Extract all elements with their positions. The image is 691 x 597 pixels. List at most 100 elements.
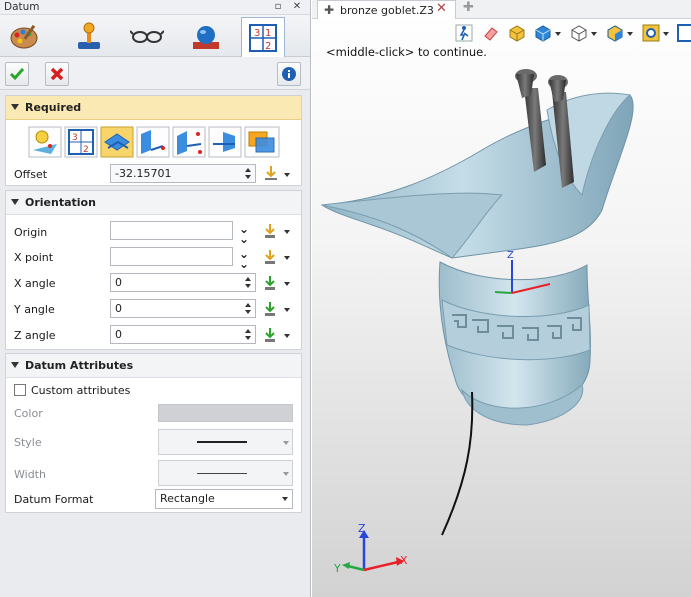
pick-arrow-green-icon[interactable] bbox=[262, 327, 278, 343]
plane-tangent-icon[interactable] bbox=[244, 126, 280, 158]
pick-arrow-icon[interactable] bbox=[263, 165, 279, 181]
attributes-section: Datum Attributes Custom attributes Color… bbox=[5, 353, 302, 513]
goblet-cup bbox=[320, 92, 634, 259]
pick-arrow-icon[interactable] bbox=[262, 249, 278, 265]
check-icon bbox=[9, 68, 25, 81]
y-angle-label: Y angle bbox=[14, 303, 55, 316]
required-section: Required 3 2 Offset -32.15701 bbox=[5, 95, 302, 186]
x-angle-value: 0 bbox=[115, 276, 122, 289]
chevron-down-icon[interactable] bbox=[284, 230, 290, 234]
offset-label: Offset bbox=[14, 168, 48, 181]
panel-title-bar: Datum ▫ ✕ bbox=[0, 0, 310, 15]
chevron-down-icon bbox=[283, 472, 289, 476]
width-select[interactable] bbox=[158, 460, 293, 486]
tab-sphere[interactable] bbox=[184, 17, 228, 55]
chevron-down-icon[interactable] bbox=[284, 282, 290, 286]
svg-text:3: 3 bbox=[254, 28, 260, 39]
x-angle-label: X angle bbox=[14, 277, 56, 290]
section-title: Required bbox=[25, 101, 82, 114]
pick-arrow-icon[interactable] bbox=[262, 223, 278, 239]
world-axis-triad: Z X Y bbox=[334, 522, 408, 575]
chevron-down-icon[interactable] bbox=[284, 256, 290, 260]
tab-joystick[interactable] bbox=[67, 17, 111, 55]
collapse-icon bbox=[11, 104, 19, 110]
number-grid-icon[interactable]: 3 2 bbox=[64, 126, 98, 158]
origin-label: Origin bbox=[14, 226, 48, 239]
chevron-down-icon[interactable] bbox=[284, 334, 290, 338]
orientation-header[interactable]: Orientation bbox=[6, 191, 301, 215]
color-label: Color bbox=[14, 407, 43, 420]
svg-text:2: 2 bbox=[83, 145, 89, 155]
origin-input[interactable] bbox=[110, 221, 233, 240]
app-window: Datum ▫ ✕ 3 1 2 Required 3 2 Offset -32.… bbox=[0, 0, 691, 597]
datum-format-label: Datum Format bbox=[14, 493, 94, 506]
double-chevron-icon[interactable]: ⌄ ⌄ bbox=[239, 248, 249, 270]
ok-button[interactable] bbox=[5, 62, 29, 86]
close-panel-icon[interactable]: ✕ bbox=[291, 1, 303, 13]
spinner-icon[interactable] bbox=[245, 327, 253, 342]
custom-attributes-checkbox[interactable] bbox=[14, 384, 26, 396]
chevron-down-icon[interactable] bbox=[284, 308, 290, 312]
axis-x-label: X bbox=[400, 554, 408, 567]
plane-offset-icon[interactable] bbox=[100, 126, 134, 158]
color-swatch[interactable] bbox=[158, 404, 293, 422]
collapse-icon bbox=[11, 199, 19, 205]
cancel-button[interactable] bbox=[45, 62, 69, 86]
x-point-label: X point bbox=[14, 251, 54, 264]
required-header[interactable]: Required bbox=[6, 96, 301, 120]
collapse-icon bbox=[11, 362, 19, 368]
tab-datum[interactable]: 3 1 2 bbox=[241, 17, 285, 57]
method-icons: 3 2 bbox=[28, 126, 280, 158]
chevron-down-icon bbox=[283, 441, 289, 445]
style-select[interactable] bbox=[158, 429, 293, 455]
axis-z-label: Z bbox=[358, 522, 366, 535]
y-angle-input[interactable]: 0 bbox=[110, 299, 256, 318]
z-angle-value: 0 bbox=[115, 328, 122, 341]
goblet-model[interactable]: Z bbox=[312, 0, 691, 597]
stem-curve bbox=[441, 391, 474, 536]
double-chevron-icon[interactable]: ⌄ ⌄ bbox=[239, 223, 249, 245]
axis-y-label: Y bbox=[334, 562, 341, 575]
pick-arrow-green-icon[interactable] bbox=[262, 301, 278, 317]
plane-normal-icon[interactable] bbox=[208, 126, 242, 158]
info-button[interactable] bbox=[277, 62, 301, 86]
datum-format-value: Rectangle bbox=[160, 492, 215, 505]
sphere-icon bbox=[193, 26, 219, 49]
datum-format-select[interactable]: Rectangle bbox=[155, 489, 293, 509]
section-title: Orientation bbox=[25, 196, 96, 209]
svg-text:3: 3 bbox=[72, 133, 78, 143]
3d-viewport[interactable]: ✚ bronze goblet.Z3 ✕ ✚ <middle-click> to… bbox=[312, 0, 691, 597]
custom-attributes-label: Custom attributes bbox=[31, 384, 131, 397]
spinner-icon[interactable] bbox=[245, 166, 253, 181]
z-angle-input[interactable]: 0 bbox=[110, 325, 256, 344]
x-point-input[interactable] bbox=[110, 247, 233, 266]
plane-angle-icon[interactable] bbox=[136, 126, 170, 158]
bulb-point-icon[interactable] bbox=[28, 126, 62, 158]
glasses-icon bbox=[130, 30, 164, 43]
svg-text:2: 2 bbox=[265, 41, 271, 52]
x-angle-input[interactable]: 0 bbox=[110, 273, 256, 292]
joystick-icon bbox=[78, 22, 100, 49]
restore-icon[interactable]: ▫ bbox=[272, 1, 284, 13]
method-toolbar: 3 2 bbox=[28, 126, 288, 158]
attributes-header[interactable]: Datum Attributes bbox=[6, 354, 301, 378]
svg-text:1: 1 bbox=[265, 28, 271, 39]
orientation-section: Orientation Origin ⌄ ⌄ X point ⌄ ⌄ X ang… bbox=[5, 190, 302, 350]
chevron-down-icon[interactable] bbox=[284, 173, 290, 177]
tab-glasses[interactable] bbox=[125, 17, 169, 55]
palette-icon bbox=[10, 24, 38, 49]
line-width-preview bbox=[197, 473, 247, 474]
pick-arrow-green-icon[interactable] bbox=[262, 275, 278, 291]
info-icon bbox=[282, 67, 296, 81]
tab-palette[interactable] bbox=[2, 17, 46, 55]
spinner-icon[interactable] bbox=[245, 275, 253, 290]
plane-three-points-icon[interactable] bbox=[172, 126, 206, 158]
offset-input[interactable]: -32.15701 bbox=[110, 164, 256, 183]
goblet-body bbox=[438, 261, 591, 426]
svg-text:Z: Z bbox=[507, 250, 514, 261]
panel-tabbar: 3 1 2 bbox=[0, 15, 310, 57]
panel-title: Datum bbox=[4, 1, 40, 13]
panel-actionbar bbox=[0, 57, 310, 90]
style-label: Style bbox=[14, 436, 42, 449]
spinner-icon[interactable] bbox=[245, 301, 253, 316]
